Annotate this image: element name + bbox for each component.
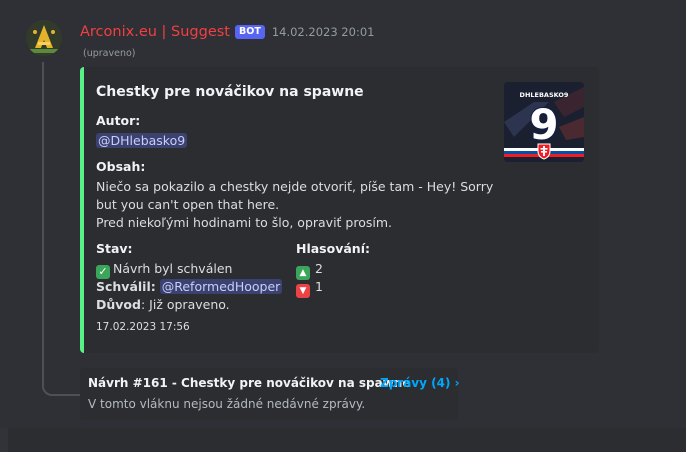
votes-down-count: 1 <box>315 279 323 294</box>
next-message-bar <box>8 428 686 452</box>
votes-up-count: 2 <box>315 261 323 276</box>
content-field-label: Obsah: <box>96 159 146 174</box>
jersey-image: DHLEBASKO9 9 <box>504 82 584 162</box>
reason-value: : Již opraveno. <box>140 297 230 312</box>
thread-empty-text: V tomto vláknu nejsou žádné nedávné zprá… <box>88 397 366 411</box>
bot-badge: BOT <box>235 25 265 39</box>
author-mention[interactable]: @DHlebasko9 <box>96 133 188 148</box>
edited-label: (upraveno) <box>83 48 136 59</box>
thread-connector <box>42 374 80 396</box>
suggestion-embed: Chestky pre nováčikov na spawne Autor: @… <box>80 67 599 353</box>
message-header: Arconix.eu | Suggest BOT 14.02.2023 20:0… <box>80 22 374 42</box>
author-field-label: Autor: <box>96 113 141 128</box>
reason-label: Důvod <box>96 297 141 312</box>
status-field-label: Stav: <box>96 241 133 256</box>
embed-title: Chestky pre nováčikov na spawne <box>96 84 364 100</box>
thread-messages-link[interactable]: Zprávy (4) › <box>380 376 460 390</box>
content-line-1: Niečo sa pokazilo a chestky nejde otvori… <box>96 179 494 194</box>
thread-preview[interactable]: Návrh #161 - Chestky pre nováčikov na sp… <box>80 368 460 420</box>
author-name[interactable]: Arconix.eu | Suggest <box>80 24 230 40</box>
message-timestamp[interactable]: 14.02.2023 20:01 <box>272 25 375 39</box>
jersey-number: 9 <box>529 100 558 149</box>
bot-avatar[interactable] <box>26 20 62 56</box>
embed-thumbnail[interactable]: DHLEBASKO9 9 <box>504 82 584 162</box>
thumbs-down-icon: ▼ <box>296 284 310 298</box>
next-message-strip <box>0 428 686 452</box>
approved-by-label: Schválil: <box>96 279 156 294</box>
jersey-name-text: DHLEBASKO9 <box>520 91 569 99</box>
arconix-logo-icon <box>26 20 62 56</box>
content-line-3: Pred niekoľými hodinami to šlo, opraviť … <box>96 215 393 230</box>
content-line-2: but you can't open that here. <box>96 197 280 212</box>
check-mark-icon: ✓ <box>96 265 110 279</box>
votes-field-label: Hlasování: <box>296 241 370 256</box>
thread-spine <box>42 62 44 386</box>
embed-footer-timestamp: 17.02.2023 17:56 <box>96 321 190 333</box>
approver-mention[interactable]: @ReformedHooper <box>159 279 283 294</box>
thread-title[interactable]: Návrh #161 - Chestky pre nováčikov na sp… <box>88 376 410 390</box>
status-value: Návrh byl schválen <box>113 261 233 276</box>
